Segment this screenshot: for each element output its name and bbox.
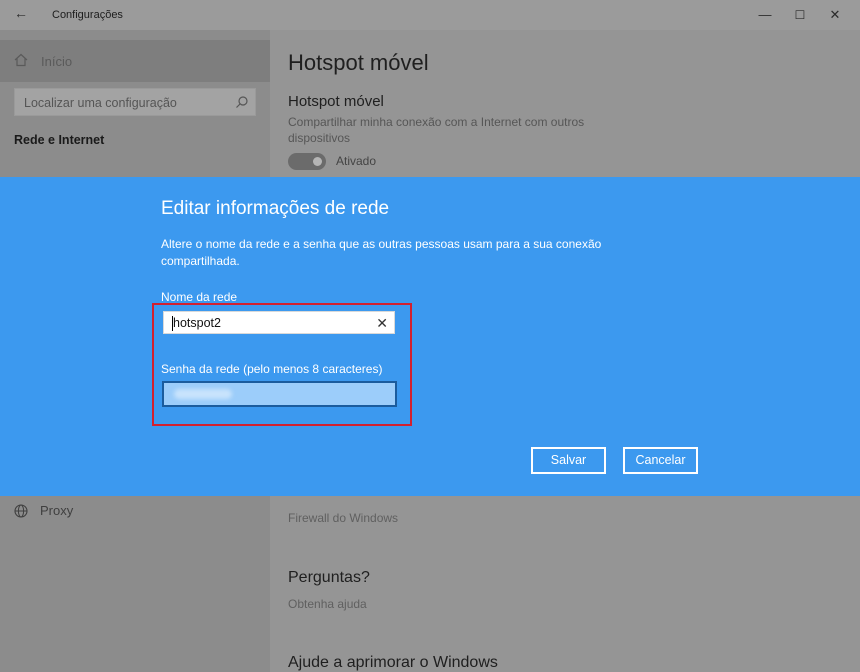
globe-icon [14,504,28,518]
window-title: Configurações [52,9,123,21]
setting-title: Hotspot móvel [288,93,384,110]
sidebar-section-title: Rede e Internet [14,133,105,147]
cancel-button[interactable]: Cancelar [623,447,698,474]
questions-title: Perguntas? [288,569,370,586]
sidebar-item-label: Proxy [40,503,74,518]
maximize-button[interactable]: ☐ [785,5,815,25]
dialog-title: Editar informações de rede [161,198,390,219]
search-input[interactable]: Localizar uma configuração [14,88,256,116]
help-link[interactable]: Obtenha ajuda [288,597,367,611]
toggle-knob [313,157,322,166]
edit-network-dialog: Editar informações de rede Altere o nome… [0,177,860,496]
minimize-button[interactable]: — [750,5,780,25]
dialog-description: Altere o nome da rede e a senha que as o… [161,237,602,268]
network-name-label: Nome da rede [161,290,238,304]
highlight-box [152,303,412,426]
save-button[interactable]: Salvar [531,447,606,474]
sidebar-item-home[interactable]: Início [0,40,270,82]
firewall-link[interactable]: Firewall do Windows [288,511,398,525]
toggle-state-label: Ativado [336,154,377,168]
close-button[interactable]: ✕ [820,5,850,25]
page-title: Hotspot móvel [288,50,429,75]
sidebar-item-label: Início [41,54,73,69]
setting-description: Compartilhar minha conexão com a Interne… [288,115,585,145]
back-arrow-icon[interactable]: ← [14,5,28,21]
improve-title: Ajude a aprimorar o Windows [288,654,498,671]
search-placeholder: Localizar uma configuração [24,96,177,110]
title-bar: ← Configurações — ☐ ✕ [0,0,860,30]
search-icon [236,96,248,108]
home-icon [14,53,28,67]
hotspot-toggle[interactable] [288,153,326,170]
